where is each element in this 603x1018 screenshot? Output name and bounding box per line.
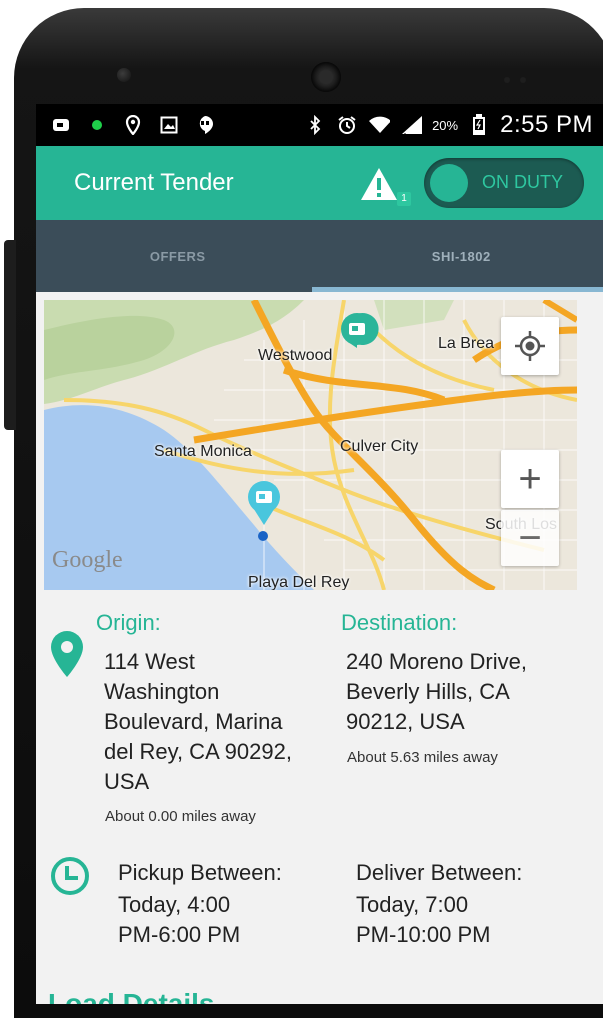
- on-duty-label: ON DUTY: [482, 172, 563, 193]
- origin-address-line: Boulevard, Marina: [104, 707, 292, 737]
- destination-address-line: 90212, USA: [346, 707, 527, 737]
- pickup-window: Pickup Between: Today, 4:00 PM-6:00 PM: [118, 858, 282, 950]
- destination-address: 240 Moreno Drive, Beverly Hills, CA 9021…: [346, 647, 527, 737]
- origin-heading: Origin:: [96, 610, 161, 636]
- toggle-knob[interactable]: [430, 164, 468, 202]
- hangouts-icon: [194, 114, 216, 136]
- alert-button[interactable]: 1: [359, 166, 399, 206]
- destination-heading: Destination:: [341, 610, 457, 636]
- status-bar: 20% 2:55 PM: [36, 104, 603, 146]
- green-dot-icon: [86, 114, 108, 136]
- map-label-playa: Playa Del Rey: [248, 574, 349, 590]
- destination-distance: About 5.63 miles away: [347, 749, 498, 766]
- tab-bar: OFFERS SHI-1802: [36, 220, 603, 292]
- battery-percent: 20%: [432, 118, 458, 133]
- warning-icon: [359, 166, 399, 202]
- pickup-heading: Pickup Between:: [118, 858, 282, 888]
- map-label-la-brea: La Brea: [438, 335, 494, 353]
- map-view[interactable]: Westwood La Brea Santa Monica Culver Cit…: [44, 300, 577, 590]
- google-logo: Google: [52, 547, 123, 574]
- image-icon: [158, 114, 180, 136]
- pickup-line: Today, 4:00: [118, 890, 282, 920]
- zoom-in-button[interactable]: +: [501, 450, 559, 508]
- earpiece-speaker: [311, 62, 341, 92]
- clock-icon: [50, 856, 90, 901]
- map-label-westwood: Westwood: [258, 347, 332, 365]
- destination-address-line: Beverly Hills, CA: [346, 677, 527, 707]
- notification-icon: [50, 114, 72, 136]
- map-canvas: [44, 300, 577, 590]
- alarm-icon: [336, 114, 358, 136]
- front-camera: [117, 68, 131, 82]
- wifi-icon: [368, 114, 390, 136]
- origin-distance: About 0.00 miles away: [105, 808, 256, 825]
- location-pin-icon: [50, 630, 84, 683]
- delivery-line: Today, 7:00: [356, 890, 522, 920]
- battery-icon: [468, 114, 490, 136]
- load-details-heading: Load Details: [48, 988, 214, 1004]
- on-duty-toggle[interactable]: ON DUTY: [424, 158, 584, 208]
- origin-address-line: 114 West: [104, 647, 292, 677]
- delivery-heading: Deliver Between:: [356, 858, 522, 888]
- tender-details: Origin: 114 West Washington Boulevard, M…: [36, 590, 603, 1004]
- delivery-window: Deliver Between: Today, 7:00 PM-10:00 PM: [356, 858, 522, 950]
- origin-address-line: Washington: [104, 677, 292, 707]
- page-title: Current Tender: [74, 169, 234, 197]
- active-tab-indicator: [312, 287, 603, 292]
- alert-count-badge: 1: [397, 192, 411, 206]
- signal-icon: [400, 114, 422, 136]
- crosshair-icon: [513, 329, 547, 363]
- zoom-out-button[interactable]: −: [501, 510, 559, 566]
- clock-time: 2:55 PM: [500, 111, 593, 139]
- pickup-line: PM-6:00 PM: [118, 920, 282, 950]
- origin-address-line: USA: [104, 767, 292, 797]
- tab-offers[interactable]: OFFERS: [36, 220, 320, 292]
- destination-address-line: 240 Moreno Drive,: [346, 647, 527, 677]
- delivery-line: PM-10:00 PM: [356, 920, 522, 950]
- origin-address-line: del Rey, CA 90292,: [104, 737, 292, 767]
- tab-shipment[interactable]: SHI-1802: [320, 220, 603, 292]
- volume-button: [4, 240, 16, 430]
- screen: 20% 2:55 PM Current Tender 1 ON DUTY OFF…: [36, 104, 603, 1004]
- proximity-sensor: [504, 70, 544, 80]
- map-label-culver-city: Culver City: [340, 438, 418, 456]
- map-label-santa-monica: Santa Monica: [154, 443, 252, 461]
- app-bar: Current Tender 1 ON DUTY: [36, 146, 603, 220]
- bluetooth-icon: [304, 114, 326, 136]
- my-location-button[interactable]: [501, 317, 559, 375]
- origin-address: 114 West Washington Boulevard, Marina de…: [104, 647, 292, 797]
- location-icon: [122, 114, 144, 136]
